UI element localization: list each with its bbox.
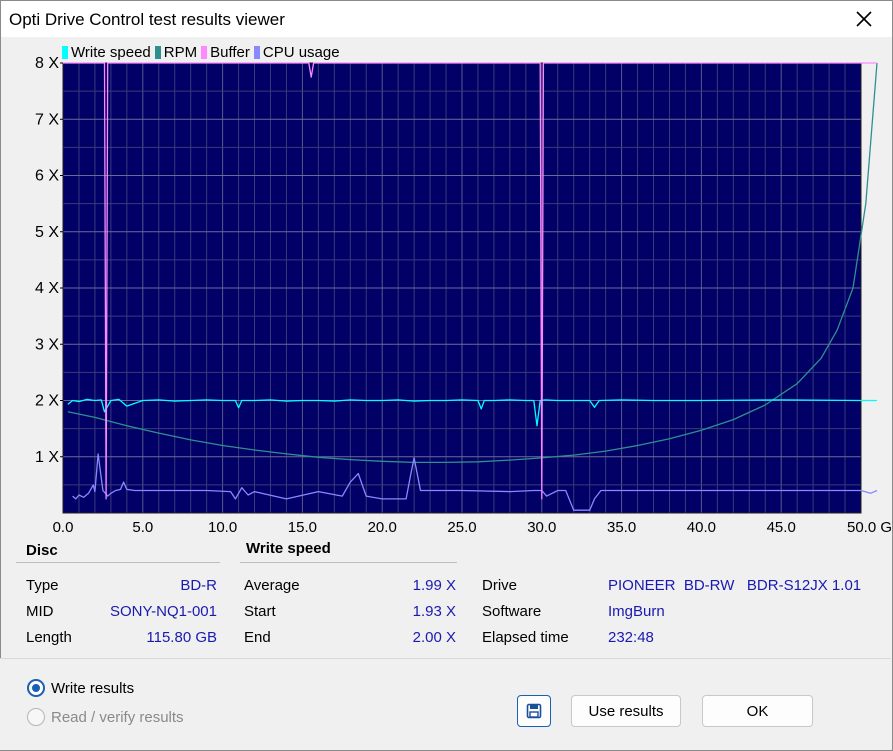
save-button[interactable] <box>517 695 551 727</box>
x-tick-label: 10.0 <box>208 519 237 536</box>
legend-label: Write speed <box>71 44 151 61</box>
legend-item-cpu-usage: CPU usage <box>253 44 340 61</box>
x-tick-label: 30.0 <box>527 519 556 536</box>
title-bar: Opti Drive Control test results viewer <box>1 1 892 37</box>
average-label: Average <box>244 577 300 594</box>
elapsed-time-value: 232:48 <box>608 629 654 646</box>
legend-swatch <box>253 46 260 59</box>
legend-label: RPM <box>163 44 198 61</box>
disc-length-label: Length <box>26 629 72 646</box>
close-icon <box>856 11 872 27</box>
legend-item-write-speed: Write speed <box>62 44 151 61</box>
window-title: Opti Drive Control test results viewer <box>9 10 285 29</box>
close-button[interactable] <box>836 1 892 37</box>
disc-divider <box>16 562 220 563</box>
write-speed-section-title: Write speed <box>246 540 331 557</box>
write-results-radio[interactable] <box>27 679 45 697</box>
y-tick-label: 7 X <box>35 111 59 128</box>
elapsed-time-label: Elapsed time <box>482 629 569 646</box>
ok-button[interactable]: OK <box>702 695 813 727</box>
disc-length-value: 115.80 GB <box>146 629 217 646</box>
x-tick-label: 20.0 <box>368 519 397 536</box>
y-tick-label: 8 X <box>35 55 59 72</box>
disc-mid-label: MID <box>26 603 54 620</box>
start-value: 1.93 X <box>412 603 456 620</box>
use-results-button[interactable]: Use results <box>571 695 681 727</box>
drive-value: PIONEER BD-RW BDR-S12JX 1.01 <box>608 577 862 594</box>
legend-item-rpm: RPM <box>154 44 198 61</box>
start-label: Start <box>244 603 276 620</box>
legend-swatch <box>62 46 68 59</box>
drive-label: Drive <box>482 577 518 594</box>
disc-type-value: BD-R <box>180 577 217 594</box>
y-tick-label: 6 X <box>35 168 59 185</box>
legend-label: CPU usage <box>262 44 340 61</box>
y-tick-label: 2 X <box>35 393 59 410</box>
read-verify-results-label[interactable]: Read / verify results <box>51 709 184 726</box>
write-speed-divider <box>240 562 457 563</box>
x-tick-label: 45.0 <box>767 519 796 536</box>
legend-swatch <box>154 46 161 59</box>
x-tick-label: 50.0 GB <box>847 519 893 536</box>
disc-type-label: Type <box>26 577 59 594</box>
legend-label: Buffer <box>210 44 250 61</box>
legend-swatch <box>201 46 208 59</box>
average-value: 1.99 X <box>412 577 456 594</box>
software-value: ImgBurn <box>608 603 665 620</box>
x-tick-label: 40.0 <box>687 519 716 536</box>
end-value: 2.00 X <box>412 629 456 646</box>
x-tick-label: 0.0 <box>53 519 74 536</box>
x-tick-label: 35.0 <box>607 519 636 536</box>
write-speed-chart: 1 X 2 X 3 X 4 X 5 X 6 X 7 X 8 X 0.0 5.0 10.0 15.0 20… <box>35 55 893 536</box>
disc-mid-value: SONY-NQ1-001 <box>110 603 217 620</box>
read-verify-results-radio[interactable] <box>27 708 45 726</box>
write-results-label[interactable]: Write results <box>51 680 134 697</box>
legend-item-buffer: Buffer <box>201 44 250 61</box>
y-tick-label: 5 X <box>35 224 59 241</box>
save-icon <box>526 703 542 719</box>
software-label: Software <box>482 603 542 620</box>
end-label: End <box>244 629 271 646</box>
y-tick-label: 4 X <box>35 280 59 297</box>
y-tick-label: 3 X <box>35 336 59 353</box>
chart-legend: Write speed RPM Buffer CPU usage <box>62 44 340 61</box>
x-tick-label: 5.0 <box>132 519 153 536</box>
x-tick-label: 15.0 <box>288 519 317 536</box>
y-tick-label: 1 X <box>35 449 59 466</box>
x-tick-label: 25.0 <box>447 519 476 536</box>
disc-section-title: Disc <box>26 542 58 559</box>
